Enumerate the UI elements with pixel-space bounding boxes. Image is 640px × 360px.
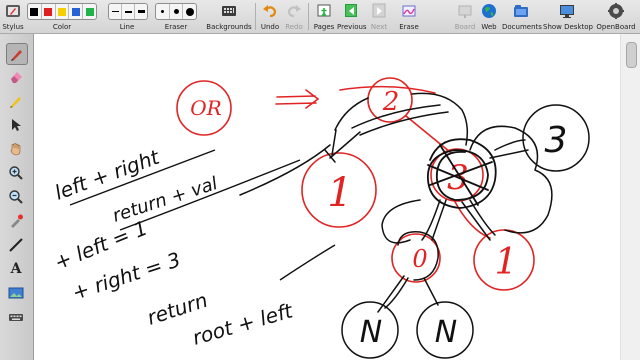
- highlighter-tool[interactable]: [6, 91, 26, 111]
- text-tool-glyph: A: [10, 261, 22, 277]
- openboard-logo-icon: [608, 3, 624, 19]
- desktop-icon: [560, 5, 574, 18]
- zoom-out-tool[interactable]: [6, 187, 26, 207]
- scrollbar-thumb[interactable]: [626, 42, 637, 68]
- line-tool[interactable]: [6, 235, 26, 255]
- edge-node0-nullb: [423, 277, 439, 306]
- undo-button[interactable]: Undo: [259, 1, 281, 32]
- line-label: Line: [119, 23, 135, 31]
- eraser-tool[interactable]: [6, 67, 26, 87]
- keyboard-icon: [9, 314, 23, 321]
- edge-far-right: [489, 139, 529, 159]
- redo-icon: [287, 5, 301, 18]
- web-mode-button[interactable]: Web: [478, 1, 500, 32]
- backgrounds-button[interactable]: Backgrounds: [206, 1, 252, 32]
- pen-tool[interactable]: [6, 43, 28, 65]
- pages-icon: [317, 4, 331, 17]
- handwritten-notes: left + right return + val + left = 1 + r…: [51, 144, 296, 349]
- eraser-icon: [11, 72, 22, 83]
- web-label: Web: [481, 23, 497, 31]
- text-tool[interactable]: A: [6, 259, 26, 279]
- documents-icon: [514, 5, 528, 17]
- tool-sidebar: A: [0, 34, 34, 360]
- cursor-arrow-icon: [12, 119, 21, 131]
- capture-icon: [8, 287, 24, 299]
- show-desktop-button[interactable]: Show Desktop: [543, 1, 593, 32]
- board-label: Board: [454, 23, 476, 31]
- erase-label: Erase: [399, 23, 419, 31]
- keyboard-tool[interactable]: [6, 307, 26, 327]
- backgrounds-icon: [222, 6, 236, 16]
- stylus-button[interactable]: Stylus: [2, 1, 24, 32]
- edge-root-right: [405, 115, 451, 153]
- drawing-board[interactable]: OR 2 1 3 0 1 N N 3 left + right return +…: [34, 34, 620, 360]
- highlighter-icon: [10, 97, 21, 108]
- node-right-left-label: 0: [412, 245, 427, 273]
- zoom-in-tool[interactable]: [6, 163, 26, 183]
- laser-pointer-icon: [11, 214, 23, 228]
- toolbar-divider: [308, 3, 309, 30]
- erase-page-button[interactable]: Erase: [396, 1, 422, 32]
- pen-icon: [11, 50, 22, 61]
- zoom-in-icon: [9, 166, 23, 180]
- pages-button[interactable]: Pages: [312, 1, 336, 32]
- note-return-val: return + val: [110, 173, 220, 227]
- line-icon: [9, 238, 23, 252]
- vertical-scrollbar[interactable]: [620, 34, 640, 360]
- null-node-a-label: N: [360, 315, 382, 350]
- next-page-icon: [372, 3, 386, 18]
- backgrounds-label: Backgrounds: [206, 23, 252, 31]
- openboard-label: OpenBoard: [596, 23, 636, 31]
- node-right-right-label: 1: [495, 242, 518, 283]
- erase-icon: [402, 5, 416, 17]
- undo-icon: [263, 5, 277, 18]
- hand-icon: [10, 143, 21, 156]
- pages-label: Pages: [313, 23, 335, 31]
- openboard-menu-button[interactable]: OpenBoard: [594, 1, 638, 32]
- or-label: OR: [190, 96, 221, 120]
- board-mode-button[interactable]: Board: [453, 1, 477, 32]
- show-desktop-label: Show Desktop: [543, 23, 593, 31]
- stylus-label: Stylus: [2, 23, 24, 31]
- board-icon: [458, 5, 472, 18]
- globe-icon: [482, 4, 496, 18]
- laser-pointer-tool[interactable]: [6, 211, 26, 231]
- underline-long: [239, 144, 331, 196]
- main-toolbar: Stylus Color Line Eraser Backgrounds Und…: [0, 0, 640, 34]
- redo-label: Redo: [285, 23, 303, 31]
- selector-tool[interactable]: [6, 115, 26, 135]
- color-group: Color: [27, 1, 97, 32]
- zoom-out-icon: [9, 190, 23, 204]
- documents-button[interactable]: Documents: [502, 1, 542, 32]
- previous-page-button[interactable]: Previous: [337, 1, 367, 32]
- capture-tool[interactable]: [6, 283, 26, 303]
- node-far-right-label: 3: [545, 120, 568, 161]
- eraser-label: Eraser: [164, 23, 188, 31]
- documents-label: Documents: [502, 23, 542, 31]
- node-left-label: 1: [327, 170, 352, 216]
- red-ink-layer: [176, 77, 535, 291]
- toolbar-divider: [255, 3, 256, 30]
- edge-to-left-node: [324, 131, 361, 163]
- hand-tool[interactable]: [6, 139, 26, 159]
- stylus-icon: [6, 5, 20, 17]
- color-label: Color: [52, 23, 72, 31]
- next-label: Next: [370, 23, 388, 31]
- black-labels: N N 3: [360, 120, 568, 350]
- previous-label: Previous: [337, 23, 367, 31]
- null-node-b-label: N: [435, 315, 457, 350]
- underline-root: [279, 244, 336, 281]
- red-arrow: [275, 89, 320, 109]
- next-page-button[interactable]: Next: [368, 1, 390, 32]
- edge-node0-nulla: [377, 275, 409, 313]
- red-labels: OR 2 1 3 0 1: [190, 87, 517, 283]
- eraser-group: Eraser: [155, 1, 197, 32]
- line-group: Line: [108, 1, 146, 32]
- undo-label: Undo: [260, 23, 280, 31]
- redo-button[interactable]: Redo: [283, 1, 305, 32]
- previous-page-icon: [345, 4, 357, 17]
- scribble-root-right: [411, 92, 469, 146]
